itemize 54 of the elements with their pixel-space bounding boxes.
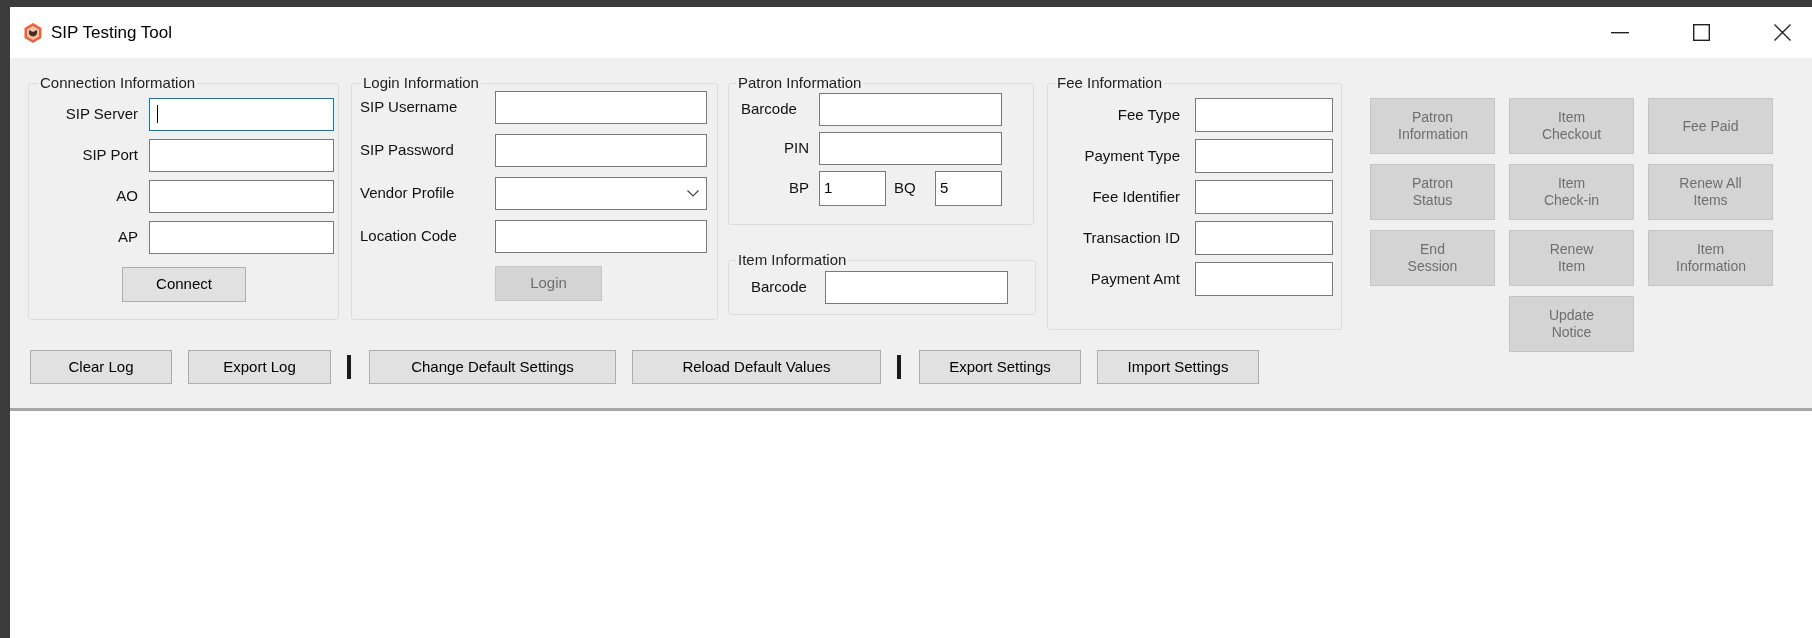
field-label: AO	[115, 185, 139, 206]
window-title: SIP Testing Tool	[51, 21, 172, 44]
close-icon[interactable]	[1774, 24, 1791, 41]
field-label: AP	[117, 226, 139, 247]
input-field[interactable]	[1195, 139, 1333, 173]
group-title: Patron Information	[737, 74, 863, 92]
input-field[interactable]	[495, 220, 707, 253]
maximize-icon[interactable]	[1693, 24, 1710, 41]
button[interactable]: Clear Log	[30, 350, 172, 384]
input-field[interactable]	[495, 91, 707, 124]
input-field[interactable]	[819, 93, 1002, 126]
input-field[interactable]	[1195, 180, 1333, 214]
field-label: Barcode	[740, 99, 798, 120]
field-label: BQ	[893, 178, 917, 199]
button[interactable]: Reload Default Values	[632, 350, 881, 384]
field-label: Location Code	[360, 226, 458, 247]
field-label: Barcode	[750, 277, 808, 298]
field-label: SIP Password	[360, 140, 455, 161]
input-field[interactable]	[149, 220, 334, 254]
field-label: PIN	[783, 138, 809, 159]
field-label: Fee Type	[1116, 104, 1180, 125]
group-title: Fee Information	[1056, 74, 1164, 92]
input-field[interactable]	[825, 271, 1008, 304]
input-field[interactable]: 5	[935, 171, 1002, 206]
input-field[interactable]	[495, 134, 707, 167]
field-label: Transaction ID	[1082, 227, 1180, 248]
input-field[interactable]	[149, 97, 334, 131]
field-label: BP	[788, 178, 809, 199]
input-field[interactable]: 1	[819, 171, 886, 206]
group-title: Item Information	[737, 251, 848, 269]
group-title: Login Information	[362, 74, 480, 92]
field-label: Payment Type	[1083, 145, 1180, 166]
input-field[interactable]	[819, 132, 1002, 165]
app-icon	[24, 22, 42, 43]
chevron-icon	[687, 190, 699, 197]
input-field[interactable]	[1195, 221, 1333, 255]
field-label: Vendor Profile	[360, 183, 456, 204]
input-field[interactable]	[1195, 262, 1333, 296]
field-label: Fee Identifier	[1091, 186, 1180, 207]
button[interactable]: Export Log	[188, 350, 331, 384]
input-field[interactable]	[149, 138, 334, 172]
button[interactable]: Import Settings	[1097, 350, 1259, 384]
minimize-icon[interactable]	[1611, 31, 1629, 34]
field-label: SIP Server	[64, 103, 139, 124]
dropdown-field[interactable]	[495, 177, 707, 210]
field-label: Payment Amt	[1089, 268, 1180, 289]
field-label: SIP Port	[81, 144, 139, 165]
group-title: Connection Information	[39, 74, 197, 92]
button[interactable]: Change Default Settings	[369, 350, 616, 384]
button[interactable]: Export Settings	[919, 350, 1081, 384]
field-label: SIP Username	[360, 97, 459, 118]
button[interactable]: Connect	[122, 267, 246, 302]
input-field[interactable]	[149, 179, 334, 213]
input-field[interactable]	[1195, 98, 1333, 132]
